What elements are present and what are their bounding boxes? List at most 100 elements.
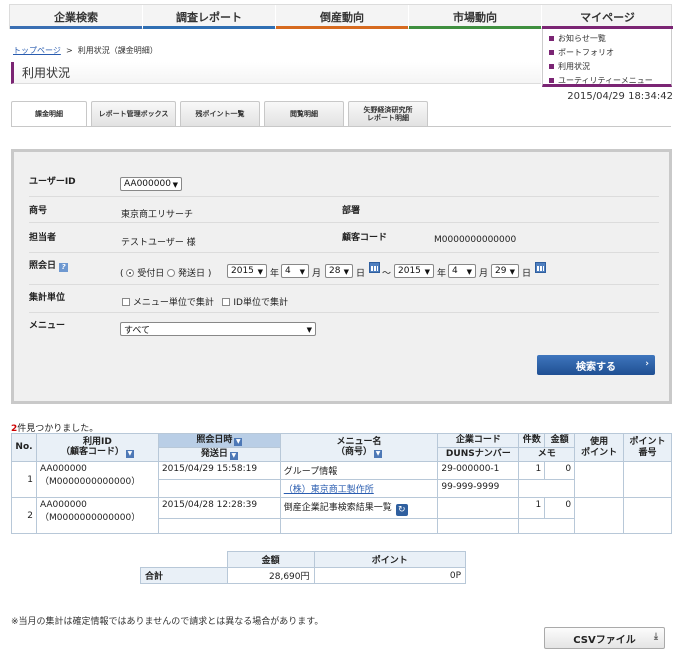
chevron-down-icon: ▼: [466, 268, 472, 276]
cell-duns: [437, 518, 520, 534]
dropdown-item-portfolio[interactable]: ポートフォリオ: [549, 45, 671, 59]
nav-bar: [143, 26, 275, 29]
nav-corporate-search[interactable]: 企業検索: [10, 5, 143, 29]
breadcrumb-home[interactable]: トップページ: [13, 46, 61, 55]
company-value: 東京商工リサーチ: [121, 210, 194, 220]
search-panel: ユーザーID AA000000 ▼ 商号 東京商工リサーチ 部署 担当者 テストユ…: [11, 149, 672, 404]
menu-select[interactable]: すべて ▼: [120, 322, 316, 336]
cell-duns: 99-999-9999: [437, 479, 520, 498]
dropdown-item-usage[interactable]: 利用状況: [549, 59, 671, 73]
header-amount: 金額: [544, 433, 576, 448]
totals-table: 金額 ポイント 合計 28,690円 0P: [140, 551, 467, 584]
search-button[interactable]: 検索する ›: [537, 355, 655, 375]
sort-icon[interactable]: ▼: [374, 450, 383, 459]
cell-count: 1: [518, 497, 546, 519]
cell-user-id: AA000000 （M0000000000000）: [35, 497, 159, 534]
radio-received-date[interactable]: [126, 269, 135, 277]
unit-month: 月: [312, 269, 322, 279]
unit-year: 年: [270, 269, 280, 279]
customer-code-label: 顧客コード: [342, 233, 388, 243]
csv-download-button[interactable]: CSVファイル ⤓: [544, 627, 665, 649]
mypage-dropdown: お知らせ一覧 ポートフォリオ 利用状況 ユーティリティーメニュー: [542, 29, 672, 87]
chevron-down-icon: ▼: [424, 268, 430, 276]
nav-mypage[interactable]: マイページ: [542, 5, 673, 29]
tab-yano-report[interactable]: 矢野経済研究所 レポート明細: [348, 101, 428, 126]
aggregation-label: 集計単位: [29, 293, 66, 303]
aggregation-options: メニュー単位で集計 ID単位で集計: [122, 295, 288, 308]
nav-market-trend[interactable]: 市場動向: [409, 5, 542, 29]
to-day-select[interactable]: 29 ▼: [491, 264, 519, 278]
sort-icon[interactable]: ▼: [125, 450, 134, 459]
company-label: 商号: [29, 206, 48, 216]
page-title: 利用状況: [11, 62, 541, 84]
header-sent-date: 発送日 ▼: [157, 447, 281, 462]
to-year-select[interactable]: 2015 ▼: [394, 264, 434, 278]
cell-query-datetime: 2015/04/29 15:58:19: [157, 461, 281, 480]
from-year-select[interactable]: 2015 ▼: [227, 264, 267, 278]
calendar-icon[interactable]: [369, 262, 380, 273]
nav-bar: [409, 26, 541, 29]
person-value: テストユーザー 様: [121, 238, 196, 248]
unit-day: 日: [522, 269, 532, 279]
range-separator: ～: [382, 269, 392, 279]
reload-icon[interactable]: ↻: [395, 504, 408, 516]
divider: [29, 196, 659, 197]
from-day-select[interactable]: 28 ▼: [325, 264, 353, 278]
tab-browsing[interactable]: 閲覧明細: [264, 101, 344, 126]
divider: [29, 284, 659, 285]
totals-points: 0P: [313, 567, 467, 584]
header-no: No.: [11, 433, 37, 462]
cell-point-number: [623, 497, 672, 534]
calendar-icon[interactable]: [535, 262, 546, 273]
totals-amount-header: 金額: [226, 551, 315, 568]
cell-point-number: [623, 461, 672, 498]
user-id-select[interactable]: AA000000 ▼: [120, 177, 182, 191]
totals-label: 合計: [140, 567, 228, 584]
header-query-datetime: 照会日時 ▼: [157, 433, 281, 448]
tab-report-box[interactable]: レポート管理ボックス: [91, 101, 176, 126]
nav-bankruptcy-trend[interactable]: 倒産動向: [276, 5, 409, 29]
radio-sent-date[interactable]: [167, 269, 176, 277]
person-label: 担当者: [29, 233, 57, 243]
bullet-icon: [549, 63, 554, 69]
company-link[interactable]: （株）東京商工製作所: [284, 485, 374, 495]
breadcrumb: トップページ > 利用状況（課金明細）: [13, 46, 158, 55]
cell-no: 1: [11, 461, 37, 498]
unit-day: 日: [356, 269, 366, 279]
breadcrumb-current: 利用状況（課金明細）: [77, 46, 158, 55]
nav-research-report[interactable]: 調査レポート: [143, 5, 276, 29]
dropdown-item-utility[interactable]: ユーティリティーメニュー: [549, 73, 671, 87]
checkbox-menu-unit[interactable]: [122, 298, 130, 306]
header-point-number: ポイント 番号: [623, 433, 672, 462]
divider: [29, 252, 659, 253]
tab-divider: [11, 126, 671, 127]
cell-amount: 0: [544, 461, 576, 480]
unit-month: 月: [479, 269, 489, 279]
header-menu-name: メニュー名 （商号） ▼: [279, 433, 439, 462]
divider: [29, 312, 659, 313]
sort-icon[interactable]: ▼: [234, 438, 243, 446]
checkbox-id-unit[interactable]: [222, 298, 231, 306]
tab-billing[interactable]: 課金明細: [11, 101, 87, 127]
cell-menu: グループ情報: [279, 461, 439, 480]
cell-memo: [518, 479, 576, 498]
cell-count: 1: [518, 461, 546, 480]
dropdown-item-notices[interactable]: お知らせ一覧: [549, 31, 671, 45]
cell-corp-code: 29-000000-1: [437, 461, 520, 480]
from-month-select[interactable]: 4 ▼: [281, 264, 309, 278]
header-count: 件数: [518, 433, 546, 448]
date-type-group: ( 受付日 発送日 ): [120, 269, 212, 279]
customer-code-value: M0000000000000: [434, 235, 517, 245]
sort-icon[interactable]: ▼: [229, 452, 238, 460]
bullet-icon: [549, 49, 554, 55]
nav-bar: [10, 26, 142, 29]
download-icon: ⤓: [654, 632, 658, 642]
to-month-select[interactable]: 4 ▼: [448, 264, 476, 278]
chevron-down-icon: ▼: [306, 326, 312, 334]
dept-label: 部署: [342, 206, 361, 216]
chevron-down-icon: ▼: [509, 268, 515, 276]
header-duns: DUNSナンバー: [437, 447, 520, 462]
help-icon[interactable]: ?: [59, 263, 69, 272]
nav-bar: [276, 26, 408, 29]
tab-remaining-points[interactable]: 残ポイント一覧: [180, 101, 260, 126]
